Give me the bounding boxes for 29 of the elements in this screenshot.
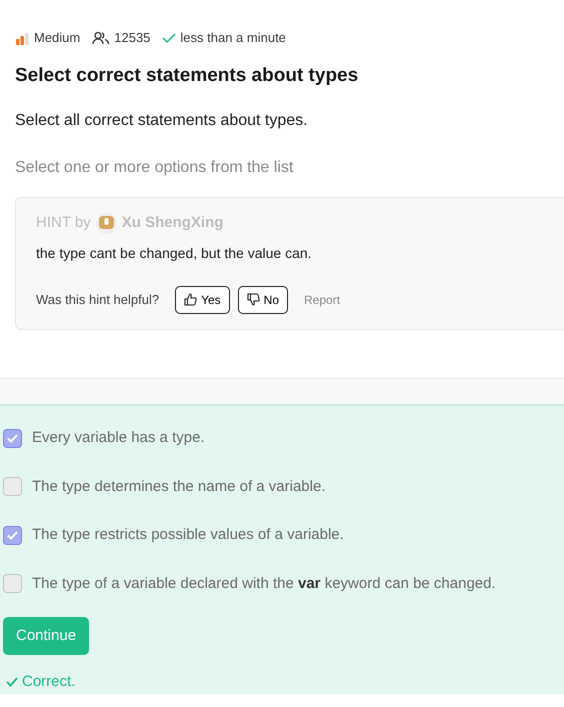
instruction-text: Select one or more options from the list [14, 158, 294, 178]
option-text: The type restricts possible values of a variable. [32, 525, 344, 545]
hint-author: Xu ShengXing [122, 213, 224, 233]
question-title: Select correct statements about types [14, 64, 360, 88]
option-text: The type of a variable declared with the var keyword can be changed. [32, 574, 496, 594]
checkmark-icon [7, 434, 18, 443]
helpful-prompt: Was this hint helpful? [36, 290, 160, 309]
users-icon [92, 30, 110, 45]
question-text: Select all correct statements about types. [14, 111, 309, 131]
hint-label: HINT by [36, 213, 91, 233]
check-icon [162, 32, 176, 44]
checkbox[interactable] [3, 526, 22, 545]
difficulty-label: Medium [34, 29, 80, 47]
checkbox[interactable] [3, 477, 22, 496]
hint-text: the type cant be changed, but the value can. [36, 244, 313, 263]
option-text: The type determines the name of a variable. [32, 476, 326, 496]
thumbs-up-icon [184, 293, 198, 306]
checkmark-icon [7, 530, 18, 540]
no-button[interactable]: No [238, 286, 288, 314]
solvers-count: 12535 [114, 29, 150, 47]
checkbox[interactable] [3, 428, 22, 448]
avatar-icon [96, 212, 117, 234]
option-text: Every variable has a type. [32, 428, 205, 448]
result-message: Correct. [22, 672, 76, 692]
time-estimate: less than a minute [180, 29, 286, 47]
check-icon [6, 677, 18, 688]
checkbox[interactable] [3, 574, 22, 594]
thumbs-down-icon [246, 293, 260, 306]
yes-button[interactable]: Yes [175, 286, 230, 314]
